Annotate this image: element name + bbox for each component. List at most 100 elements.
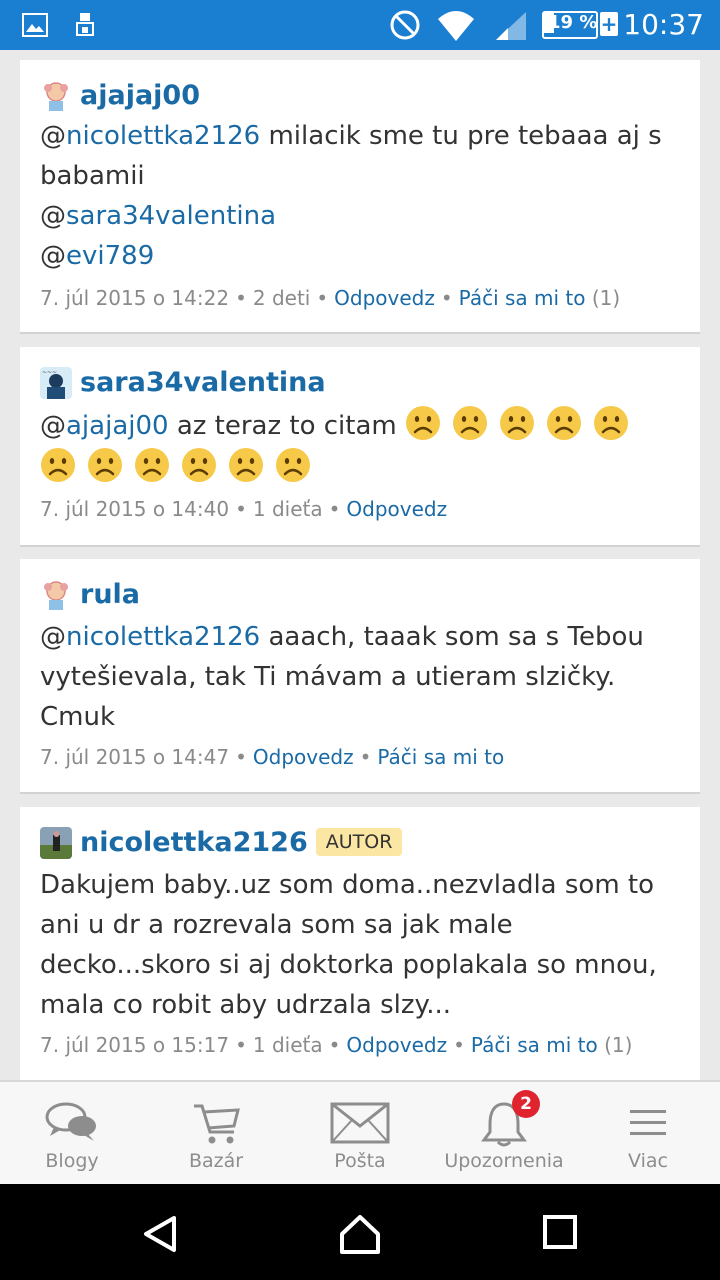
text-segment: @ — [40, 241, 66, 271]
like-link[interactable]: Páči sa mi to — [377, 745, 504, 769]
text-segment: milacik sme tu pre tebaaa aj s — [260, 121, 662, 151]
text-segment: Dakujem baby..uz som doma..nezvladla som… — [40, 870, 655, 900]
comment-text: Dakujem baby..uz som doma..nezvladla som… — [40, 865, 680, 1025]
comment-line: Dakujem baby..uz som doma..nezvladla som… — [40, 865, 680, 905]
nav-label: Blogy — [45, 1150, 99, 1172]
comment-line: ani u dr a rozrevala som sa jak male — [40, 905, 680, 945]
like-link[interactable]: Páči sa mi to — [471, 1033, 598, 1057]
text-segment: @ — [40, 622, 66, 652]
timestamp: 7. júl 2015 o 15:17 — [40, 1033, 230, 1057]
children-count[interactable]: 2 deti — [253, 286, 310, 310]
comment-text: @nicolettka2126 milacik sme tu pre tebaa… — [40, 116, 680, 276]
do-not-disturb-icon — [390, 10, 420, 40]
notification-badge: 2 — [512, 1090, 540, 1118]
like-link[interactable]: Páči sa mi to — [459, 286, 586, 310]
speech-bubbles-icon — [45, 1102, 96, 1141]
mention-link[interactable]: evi789 — [66, 241, 154, 271]
gallery-icon — [22, 13, 48, 37]
svg-text:~~~: ~~~ — [42, 369, 57, 376]
comment-text: @nicolettka2126 aaach, taaak som sa s Te… — [40, 617, 680, 737]
sad-face-icon — [135, 448, 169, 482]
like-count: (1) — [604, 1033, 633, 1057]
back-icon[interactable] — [140, 1214, 180, 1254]
menu-icon — [630, 1110, 666, 1135]
comment-text: @ajajaj00 az teraz to citam — [40, 405, 680, 489]
mention-link[interactable]: nicolettka2126 — [66, 622, 260, 652]
username-text[interactable]: nicolettka2126 — [80, 827, 308, 858]
sad-face-icon — [453, 406, 488, 440]
nav-viac[interactable]: Viac — [576, 1082, 720, 1184]
text-segment: decko...skoro si aj doktorka poplakala s… — [40, 950, 657, 980]
like-count: (1) — [591, 286, 621, 310]
comment-meta: 7. júl 2015 o 14:22 • 2 deti • Odpovedz • Páči… — [40, 286, 621, 310]
status-bar: 19 % + 10:37 — [0, 0, 720, 50]
text-segment: @ — [40, 201, 66, 231]
comment-line: vytešievala, tak Ti mávam a utieram slzi… — [40, 657, 680, 697]
charging-icon: + — [600, 12, 618, 36]
shopping-cart-icon — [194, 1104, 240, 1144]
comment-line: @evi789 — [40, 236, 680, 276]
nav-label: Pošta — [334, 1150, 386, 1172]
nav-blogy[interactable]: Blogy — [0, 1082, 144, 1184]
nav-posta[interactable]: Pošta — [288, 1082, 432, 1184]
sad-face-icon — [41, 448, 75, 482]
sad-face-icon — [500, 406, 535, 440]
comment-feed[interactable]: ajajaj00 @nicolettka2126 milacik sme tu … — [0, 50, 720, 1080]
comment-card: nicolettka2126 AUTOR Dakujem baby..uz som… — [20, 807, 700, 1080]
recents-icon[interactable] — [542, 1214, 578, 1250]
sad-face-icon — [406, 406, 441, 440]
text-segment: aaach, taaak som sa s Tebou — [260, 622, 644, 652]
comment-line: babamii — [40, 156, 680, 196]
avatar[interactable] — [40, 80, 72, 112]
nav-label: Bazár — [188, 1150, 244, 1172]
battery-indicator: 19 % + — [542, 11, 618, 39]
avatar[interactable] — [40, 579, 72, 611]
comment-meta: 7. júl 2015 o 14:47 • Odpovedz • Páči sa mi … — [40, 745, 505, 769]
children-count[interactable]: 1 dieťa — [253, 1033, 323, 1057]
mention-link[interactable]: sara34valentina — [66, 201, 276, 231]
comment-card: ajajaj00 @nicolettka2126 milacik sme tu … — [20, 60, 700, 334]
nav-bazar[interactable]: Bazár — [144, 1082, 288, 1184]
mention-link[interactable]: ajajaj00 — [66, 411, 169, 441]
comment-line: @nicolettka2126 aaach, taaak som sa s Te… — [40, 617, 680, 657]
home-icon[interactable] — [338, 1214, 382, 1254]
bottom-navigation: Blogy Bazár Pošta 2 Upozornenia Viac — [0, 1080, 720, 1184]
text-segment: Cmuk — [40, 702, 116, 732]
avatar[interactable]: ~~~ — [40, 367, 72, 399]
reply-link[interactable]: Odpovedz — [334, 286, 435, 310]
nav-label: Viac — [628, 1150, 668, 1172]
username[interactable]: ajajaj00 — [80, 80, 200, 111]
wifi-icon — [438, 11, 474, 41]
comment-meta: 7. júl 2015 o 14:40 • 1 dieťa • Odpovedz — [40, 497, 448, 521]
reply-link[interactable]: Odpovedz — [346, 497, 447, 521]
timestamp: 7. júl 2015 o 14:40 — [40, 497, 230, 521]
timestamp: 7. júl 2015 o 14:47 — [40, 745, 230, 769]
username[interactable]: rula — [80, 579, 140, 610]
text-segment: @ — [40, 121, 66, 151]
reply-link[interactable]: Odpovedz — [346, 1033, 447, 1057]
mention-link[interactable]: nicolettka2126 — [66, 121, 260, 151]
comment-card: rula @nicolettka2126 aaach, taaak som sa… — [20, 559, 700, 794]
comment-line: mala co robit aby udrzala slzy... — [40, 985, 680, 1025]
sad-face-icon — [88, 448, 122, 482]
clock: 10:37 — [623, 8, 704, 41]
username[interactable]: sara34valentina — [80, 367, 326, 398]
text-segment: babamii — [40, 161, 145, 191]
sad-face-icon — [229, 448, 263, 482]
reply-link[interactable]: Odpovedz — [253, 745, 354, 769]
text-segment: ani u dr a rozrevala som sa jak male — [40, 910, 513, 940]
author-badge: AUTOR — [315, 828, 403, 856]
nav-label: Upozornenia — [444, 1150, 564, 1172]
username[interactable]: nicolettka2126 AUTOR — [80, 827, 403, 858]
signal-icon — [496, 12, 526, 40]
sad-face-icon — [594, 406, 629, 440]
children-count[interactable]: 1 dieťa — [253, 497, 323, 521]
avatar[interactable] — [40, 827, 72, 859]
comment-meta: 7. júl 2015 o 15:17 • 1 dieťa • Odpovedz • Páč… — [40, 1033, 633, 1057]
envelope-icon — [330, 1102, 390, 1144]
nav-upozornenia[interactable]: 2 Upozornenia — [432, 1082, 576, 1184]
system-navigation-bar — [0, 1184, 720, 1280]
mention-at: @ — [40, 411, 66, 441]
comment-text-part: az teraz to citam — [168, 411, 397, 441]
sad-face-icon — [547, 406, 582, 440]
